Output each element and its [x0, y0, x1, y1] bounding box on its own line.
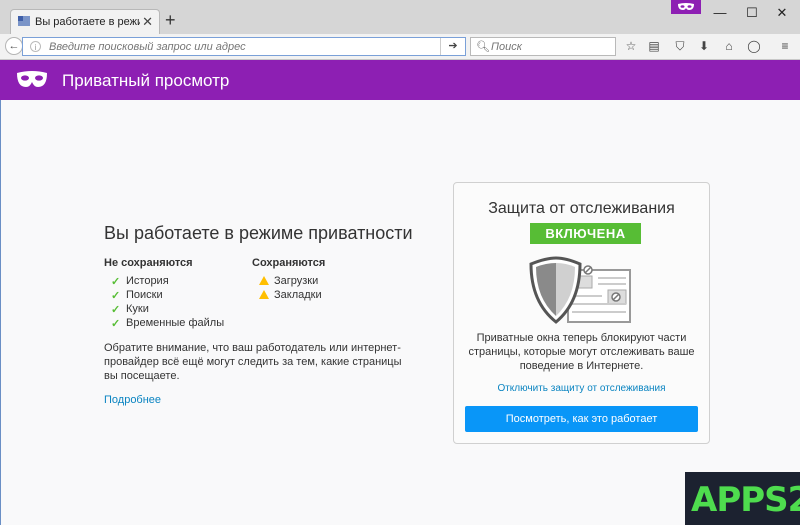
- url-input[interactable]: [49, 39, 429, 54]
- downloads-icon[interactable]: ⬇: [695, 38, 713, 54]
- warning-icon: [259, 290, 269, 299]
- tab-title: Вы работаете в режиме ...: [35, 16, 140, 28]
- disable-tracking-link[interactable]: Отключить защиту от отслеживания: [454, 383, 709, 394]
- list-item: Закладки: [259, 289, 322, 301]
- close-window-icon[interactable]: ✕: [772, 5, 792, 21]
- title-bar: Вы работаете в режиме ... ✕ + — ☐ ✕: [0, 0, 800, 34]
- not-saved-heading: Не сохраняются: [104, 257, 193, 269]
- checkmark-icon: ✓: [111, 276, 121, 288]
- back-button[interactable]: ←: [5, 37, 23, 55]
- checkmark-icon: ✓: [111, 304, 121, 316]
- reading-list-icon[interactable]: ▤: [645, 38, 663, 54]
- checkmark-icon: ✓: [111, 318, 121, 330]
- list-item: ✓ История: [111, 275, 169, 288]
- checkmark-icon: ✓: [111, 290, 121, 302]
- shield-icon: [529, 256, 631, 324]
- watermark-text: APPS24: [691, 480, 800, 520]
- tab-close-icon[interactable]: ✕: [142, 14, 153, 30]
- go-arrow-icon[interactable]: ➔: [440, 38, 465, 55]
- warning-icon: [259, 276, 269, 285]
- private-banner: Приватный просмотр: [0, 60, 800, 100]
- mask-icon: [17, 71, 47, 87]
- pocket-icon[interactable]: ⛉: [671, 38, 689, 54]
- info-icon[interactable]: i: [30, 41, 41, 52]
- private-tab-icon: [18, 16, 30, 26]
- search-input[interactable]: [491, 39, 611, 54]
- status-badge: ВКЛЮЧЕНА: [530, 223, 641, 244]
- new-tab-button[interactable]: +: [165, 11, 176, 29]
- nav-toolbar: ← i ➔ 🔍︎ ☆ ▤ ⛉ ⬇ ⌂ ◯ ≡: [0, 34, 800, 60]
- list-item: ✓ Временные файлы: [111, 317, 225, 330]
- browser-tab[interactable]: Вы работаете в режиме ... ✕: [10, 9, 160, 34]
- chat-icon[interactable]: ◯: [745, 38, 763, 54]
- banner-title: Приватный просмотр: [62, 71, 230, 90]
- apps24-watermark: APPS24: [685, 472, 800, 525]
- tracking-title: Защита от отслеживания: [488, 200, 675, 217]
- tracking-description: Приватные окна теперь блокируют части ст…: [468, 332, 695, 372]
- page-title: Вы работаете в режиме приватности: [104, 223, 413, 243]
- url-bar[interactable]: i ➔: [22, 37, 466, 56]
- bookmark-star-icon[interactable]: ☆: [622, 38, 640, 54]
- learn-more-link[interactable]: Подробнее: [104, 394, 161, 406]
- maximize-icon[interactable]: ☐: [742, 5, 762, 21]
- list-item: ✓ Поиски: [111, 289, 163, 302]
- list-item: Загрузки: [259, 275, 318, 287]
- private-browsing-content: Вы работаете в режиме приватности Не сох…: [0, 100, 800, 525]
- menu-icon[interactable]: ≡: [776, 38, 794, 54]
- tracking-protection-card: Защита от отслеживания ВКЛЮЧЕНА Приватны…: [453, 182, 710, 444]
- see-how-it-works-button[interactable]: Посмотреть, как это работает: [465, 406, 698, 432]
- list-item: ✓ Куки: [111, 303, 149, 316]
- search-icon: 🔍︎: [476, 41, 490, 53]
- search-bar[interactable]: 🔍︎: [470, 37, 616, 56]
- tracking-notice: Обратите внимание, что ваш работодатель …: [104, 342, 402, 382]
- private-mask-icon: [671, 0, 701, 14]
- home-icon[interactable]: ⌂: [720, 38, 738, 54]
- saved-heading: Сохраняются: [252, 257, 326, 269]
- minimize-icon[interactable]: —: [710, 5, 730, 20]
